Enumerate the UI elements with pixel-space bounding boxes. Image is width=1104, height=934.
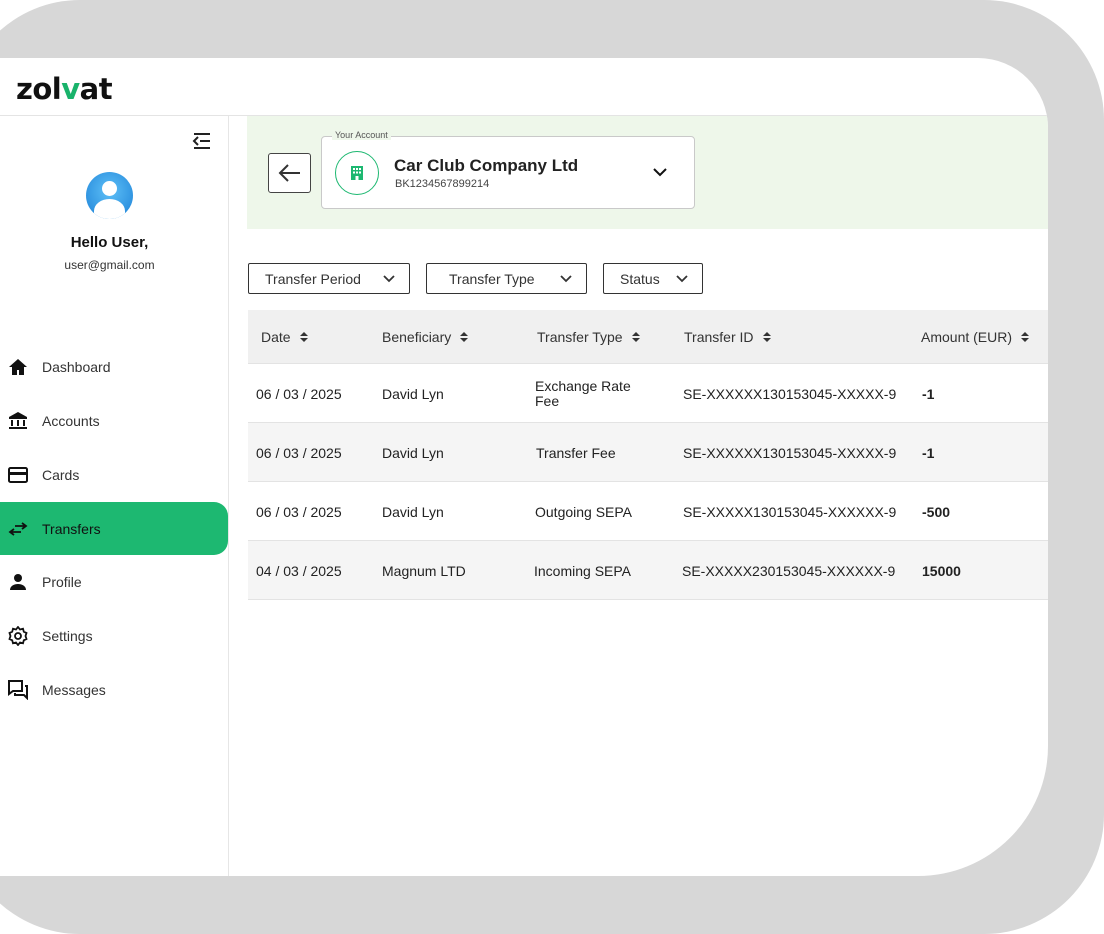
cell-date: 06 / 03 / 2025 bbox=[256, 385, 342, 402]
back-button[interactable] bbox=[268, 153, 311, 193]
sidebar: Hello User, user@gmail.com Dashboard Acc… bbox=[0, 116, 229, 876]
account-number: BK1234567899214 bbox=[395, 178, 490, 190]
sidebar-item-messages[interactable]: Messages bbox=[0, 663, 229, 717]
chevron-down-icon bbox=[652, 165, 668, 183]
column-header-transfer-type[interactable]: Transfer Type bbox=[537, 310, 641, 363]
sidebar-item-dashboard[interactable]: Dashboard bbox=[0, 340, 229, 394]
cell-transfer-id: SE-XXXXX230153045-XXXXXX-9 bbox=[682, 562, 896, 579]
user-greeting: Hello User, bbox=[70, 234, 149, 251]
app-screen: zolvat Hello User, user@gmail.com Dashbo… bbox=[0, 58, 1048, 876]
transfer-type-filter[interactable]: Transfer Type bbox=[426, 263, 587, 294]
avatar[interactable] bbox=[86, 172, 133, 219]
cell-transfer-id: SE-XXXXXX130153045-XXXXX-9 bbox=[683, 444, 897, 461]
status-filter[interactable]: Status bbox=[603, 263, 703, 294]
cell-beneficiary: David Lyn bbox=[382, 444, 444, 461]
column-header-amount[interactable]: Amount (EUR) bbox=[921, 310, 1030, 363]
account-select[interactable]: Your Account Car Club Company Ltd BK1234… bbox=[321, 130, 695, 209]
cell-amount: -1 bbox=[922, 444, 935, 461]
messages-icon bbox=[8, 680, 28, 700]
arrow-left-icon bbox=[278, 164, 300, 182]
sidebar-item-settings[interactable]: Settings bbox=[0, 609, 229, 663]
cell-beneficiary: David Lyn bbox=[382, 385, 444, 402]
chevron-down-icon bbox=[560, 275, 572, 283]
chevron-down-icon bbox=[676, 275, 688, 283]
account-bar: Your Account Car Club Company Ltd BK1234… bbox=[247, 116, 1048, 229]
table-row[interactable]: 06 / 03 / 2025 David Lyn Transfer Fee SE… bbox=[248, 422, 1048, 481]
cell-transfer-type: Transfer Fee bbox=[536, 444, 616, 461]
zolvat-logo[interactable]: zolvat bbox=[16, 72, 113, 106]
cell-transfer-type: Incoming SEPA bbox=[534, 562, 632, 579]
sort-icon bbox=[1021, 331, 1030, 342]
building-icon bbox=[335, 151, 379, 195]
sidebar-nav: Dashboard Accounts Cards Transfers Profi… bbox=[0, 340, 229, 717]
sidebar-item-profile[interactable]: Profile bbox=[0, 555, 229, 609]
transfer-period-filter[interactable]: Transfer Period bbox=[248, 263, 410, 294]
user-email: user@gmail.com bbox=[64, 258, 155, 272]
cell-date: 06 / 03 / 2025 bbox=[256, 444, 342, 461]
cell-transfer-type: Exchange Rate Fee bbox=[535, 377, 631, 409]
gear-icon bbox=[8, 626, 28, 646]
cell-amount: -500 bbox=[922, 503, 951, 520]
column-header-beneficiary[interactable]: Beneficiary bbox=[382, 310, 469, 363]
cell-date: 06 / 03 / 2025 bbox=[256, 503, 342, 520]
chevron-down-icon bbox=[383, 275, 395, 283]
person-icon bbox=[8, 572, 28, 592]
transfers-table: Date Beneficiary Transfer Type Transfer … bbox=[248, 310, 1048, 600]
sort-icon bbox=[460, 331, 469, 342]
cell-transfer-type: Outgoing SEPA bbox=[535, 503, 633, 520]
top-header: zolvat bbox=[0, 58, 1048, 116]
cell-transfer-id: SE-XXXXXX130153045-XXXXX-9 bbox=[683, 385, 897, 402]
cell-transfer-id: SE-XXXXX130153045-XXXXXX-9 bbox=[683, 503, 897, 520]
cell-amount: 15000 bbox=[922, 562, 961, 579]
cell-date: 04 / 03 / 2025 bbox=[256, 562, 342, 579]
column-header-date[interactable]: Date bbox=[261, 310, 309, 363]
sidebar-item-transfers[interactable]: Transfers bbox=[0, 502, 228, 555]
collapse-menu-icon[interactable] bbox=[192, 132, 214, 152]
table-header: Date Beneficiary Transfer Type Transfer … bbox=[248, 310, 1048, 363]
card-icon bbox=[8, 465, 28, 485]
cell-beneficiary: Magnum LTD bbox=[382, 562, 466, 579]
sort-icon bbox=[631, 331, 640, 342]
table-row[interactable]: 04 / 03 / 2025 Magnum LTD Incoming SEPA … bbox=[248, 540, 1048, 599]
cell-amount: -1 bbox=[922, 385, 935, 402]
column-header-transfer-id[interactable]: Transfer ID bbox=[684, 310, 772, 363]
account-name: Car Club Company Ltd bbox=[394, 156, 579, 175]
transfer-icon bbox=[8, 519, 28, 539]
bank-icon bbox=[8, 411, 28, 431]
sort-icon bbox=[299, 331, 308, 342]
sidebar-item-accounts[interactable]: Accounts bbox=[0, 394, 229, 448]
home-icon bbox=[8, 357, 28, 377]
cell-beneficiary: David Lyn bbox=[382, 503, 444, 520]
sidebar-item-cards[interactable]: Cards bbox=[0, 448, 229, 502]
sort-icon bbox=[762, 331, 771, 342]
account-select-label: Your Account bbox=[332, 130, 391, 140]
table-row[interactable]: 06 / 03 / 2025 David Lyn Outgoing SEPA S… bbox=[248, 481, 1048, 540]
table-row[interactable]: 06 / 03 / 2025 David Lyn Exchange Rate F… bbox=[248, 363, 1048, 422]
